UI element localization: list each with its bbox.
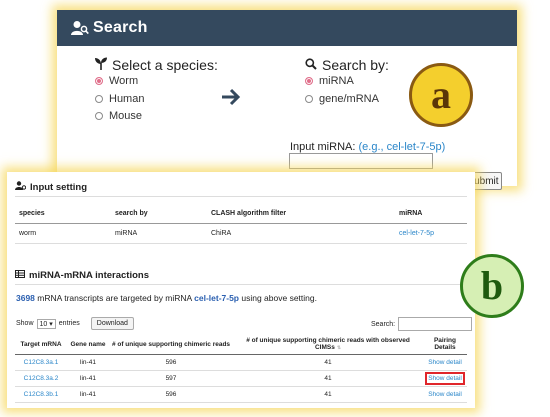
input-setting-title: Input setting — [30, 181, 87, 193]
col-clash-filter: CLASH algorithm filter — [207, 204, 395, 224]
col-mirna: miRNA — [395, 204, 467, 224]
table-row: C12C8.3b.1 lin-41 596 41 Show detail — [15, 386, 467, 403]
entries-select[interactable]: 10 ▾ — [36, 318, 56, 329]
radio-gene[interactable] — [305, 95, 313, 103]
gene-name-cell: lin-41 — [67, 354, 109, 371]
show-detail-link[interactable]: Show detail — [423, 354, 467, 371]
user-search-icon — [71, 20, 89, 36]
species-option-label: Worm — [109, 75, 139, 87]
reads-cell: 596 — [109, 386, 233, 403]
cims-cell: 41 — [233, 370, 423, 387]
sort-icon: ⇅ — [336, 345, 342, 351]
reads-cell: 597 — [109, 370, 233, 387]
target-mrna-link[interactable]: C12C8.3b.1 — [15, 386, 67, 403]
table-search: Search: — [371, 317, 473, 331]
cell-clash-filter: ChiRA — [207, 223, 395, 244]
results-panel: Input setting species search by CLASH al… — [7, 172, 475, 408]
cell-species: worm — [15, 223, 111, 244]
seedling-icon — [95, 57, 107, 73]
input-label-text: Input miRNA: — [290, 141, 356, 153]
search-title: Search — [93, 19, 148, 36]
show-detail-cell: Show detail — [423, 370, 467, 387]
results-summary: 3698 mRNA transcripts are targeted by mi… — [16, 293, 317, 303]
interactions-title: miRNA-mRNA interactions — [29, 270, 149, 281]
col-species: species — [15, 204, 111, 224]
target-mrna-link[interactable]: C12C8.3a.2 — [15, 370, 67, 387]
radio-worm[interactable] — [95, 77, 103, 85]
search-by-heading: Search by: — [305, 57, 389, 73]
cell-mirna-link[interactable]: cel-let-7-5p — [395, 223, 467, 244]
col-chimeric-reads[interactable]: # of unique supporting chimeric reads — [109, 334, 233, 355]
divider — [15, 196, 467, 197]
panel-b-badge: b — [460, 254, 524, 318]
input-setting-heading: Input setting — [15, 181, 87, 193]
header-label: Target mRNA — [20, 340, 62, 348]
species-option-mouse[interactable]: Mouse — [95, 110, 142, 122]
mirna-input[interactable] — [289, 153, 433, 169]
species-option-label: Human — [109, 93, 145, 105]
table-header-row: species search by CLASH algorithm filter… — [15, 204, 467, 224]
col-search-by: search by — [111, 204, 207, 224]
input-example-link[interactable]: (e.g., cel-let-7-5p) — [358, 141, 445, 153]
radio-human[interactable] — [95, 95, 103, 103]
table-search-input[interactable] — [398, 317, 473, 331]
reads-cell: 596 — [109, 354, 233, 371]
cims-cell: 41 — [233, 386, 423, 403]
col-pairing-details: Pairing Details — [423, 334, 467, 355]
interactions-table: Target mRNA Gene name # of unique suppor… — [15, 334, 467, 403]
table-row: worm miRNA ChiRA cel-let-7-5p — [15, 223, 467, 244]
species-option-human[interactable]: Human — [95, 93, 144, 105]
show-detail-link-highlighted[interactable]: Show detail — [425, 372, 465, 385]
summary-text: mRNA transcripts are targeted by miRNA — [34, 293, 195, 303]
cell-search-by: miRNA — [111, 223, 207, 244]
mirna-input-label: Input miRNA: (e.g., cel-let-7-5p) — [290, 141, 445, 153]
entries-label: entries — [58, 320, 80, 327]
user-gear-icon — [15, 181, 27, 193]
target-mrna-link[interactable]: C12C8.3a.1 — [15, 354, 67, 371]
search-by-option-gene[interactable]: gene/mRNA — [305, 93, 379, 105]
col-gene-name[interactable]: Gene name — [67, 334, 109, 355]
show-label: Show — [16, 320, 34, 327]
cims-cell: 41 — [233, 354, 423, 371]
radio-mouse[interactable] — [95, 112, 103, 120]
summary-text-end: using above setting. — [239, 293, 317, 303]
search-header: Search — [57, 10, 517, 46]
col-target-mrna[interactable]: Target mRNA — [15, 334, 67, 355]
species-heading-label: Select a species: — [112, 57, 218, 73]
panel-a-badge: a — [409, 63, 473, 127]
search-by-option-mirna[interactable]: miRNA — [305, 75, 354, 87]
table-header-row: Target mRNA Gene name # of unique suppor… — [15, 334, 467, 355]
search-by-label: Search by: — [322, 57, 389, 73]
input-setting-table: species search by CLASH algorithm filter… — [15, 204, 467, 244]
table-row: C12C8.3a.1 lin-41 596 41 Show detail — [15, 354, 467, 371]
radio-mirna[interactable] — [305, 77, 313, 85]
search-by-option-label: gene/mRNA — [319, 93, 379, 105]
transcript-count: 3698 — [16, 293, 35, 303]
interactions-heading: miRNA-mRNA interactions — [15, 270, 149, 281]
divider — [15, 284, 467, 285]
header-label: Gene name — [70, 340, 106, 348]
table-length-control: Show 10 ▾ entries Download — [16, 317, 134, 330]
header-label: # of unique supporting chimeric reads wi… — [246, 337, 410, 351]
table-row: C12C8.3a.2 lin-41 597 41 Show detail — [15, 370, 467, 387]
search-label: Search: — [371, 320, 396, 328]
magnifier-icon — [305, 57, 317, 73]
arrow-right-icon — [221, 88, 241, 106]
species-option-label: Mouse — [109, 110, 143, 122]
show-detail-link[interactable]: Show detail — [423, 386, 467, 403]
entries-value: 10 — [39, 320, 48, 328]
table-icon — [15, 270, 25, 281]
header-label: Pairing Details — [433, 337, 457, 351]
download-button[interactable]: Download — [90, 317, 134, 330]
species-heading: Select a species: — [95, 57, 218, 73]
summary-mirna: cel-let-7-5p — [194, 293, 239, 303]
species-option-worm[interactable]: Worm — [95, 75, 138, 87]
search-by-option-label: miRNA — [319, 75, 354, 87]
gene-name-cell: lin-41 — [67, 386, 109, 403]
header-label: # of unique supporting chimeric reads — [111, 340, 231, 348]
col-reads-cims[interactable]: # of unique supporting chimeric reads wi… — [233, 334, 423, 355]
gene-name-cell: lin-41 — [67, 370, 109, 387]
